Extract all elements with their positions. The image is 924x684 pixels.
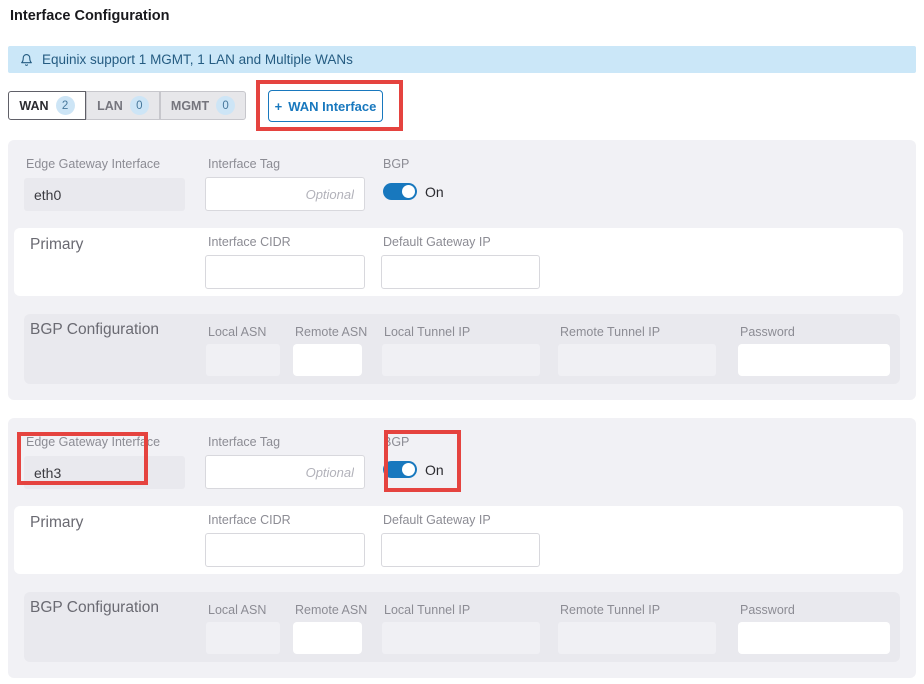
interface-cidr-label: Interface CIDR	[208, 513, 291, 527]
tab-wan[interactable]: WAN 2	[8, 91, 86, 120]
bgp-configuration-title: BGP Configuration	[30, 599, 159, 617]
bgp-toggle-state: On	[425, 184, 444, 200]
remote-tunnel-ip-label: Remote Tunnel IP	[560, 603, 660, 617]
local-asn-value	[206, 344, 280, 376]
default-gateway-ip-label: Default Gateway IP	[383, 513, 491, 527]
primary-title: Primary	[30, 514, 83, 532]
bgp-label: BGP	[383, 157, 409, 171]
local-tunnel-ip-label: Local Tunnel IP	[384, 325, 470, 339]
banner-text: Equinix support 1 MGMT, 1 LAN and Multip…	[42, 52, 353, 67]
local-asn-value	[206, 622, 280, 654]
tab-mgmt-count-badge: 0	[216, 96, 235, 115]
remote-asn-label: Remote ASN	[295, 325, 367, 339]
tab-mgmt-label: MGMT	[171, 99, 209, 113]
interface-tag-input[interactable]	[205, 455, 365, 489]
edge-gateway-interface-value: eth3	[24, 456, 185, 489]
password-label: Password	[740, 603, 795, 617]
local-tunnel-ip-label: Local Tunnel IP	[384, 603, 470, 617]
bgp-toggle[interactable]	[383, 461, 417, 478]
plus-icon: +	[275, 99, 283, 114]
edge-gateway-interface-label: Edge Gateway Interface	[26, 435, 160, 449]
wan-interface-card-eth3: Edge Gateway Interface eth3 Interface Ta…	[8, 418, 916, 678]
bgp-label: BGP	[383, 435, 409, 449]
local-asn-label: Local ASN	[208, 325, 266, 339]
remote-tunnel-ip-label: Remote Tunnel IP	[560, 325, 660, 339]
tab-wan-count-badge: 2	[56, 96, 75, 115]
default-gateway-ip-label: Default Gateway IP	[383, 235, 491, 249]
wan-interface-card-eth0: Edge Gateway Interface eth0 Interface Ta…	[8, 140, 916, 400]
edge-gateway-interface-value: eth0	[24, 178, 185, 211]
tab-lan-count-badge: 0	[130, 96, 149, 115]
local-tunnel-ip-value	[382, 344, 540, 376]
info-banner: Equinix support 1 MGMT, 1 LAN and Multip…	[8, 46, 916, 73]
interface-tag-label: Interface Tag	[208, 157, 280, 171]
bell-icon	[20, 53, 33, 67]
local-asn-label: Local ASN	[208, 603, 266, 617]
bgp-toggle-state: On	[425, 462, 444, 478]
interface-tag-label: Interface Tag	[208, 435, 280, 449]
bgp-configuration-title: BGP Configuration	[30, 321, 159, 339]
edge-gateway-interface-label: Edge Gateway Interface	[26, 157, 160, 171]
tab-lan-label: LAN	[97, 99, 123, 113]
remote-tunnel-ip-value	[558, 344, 716, 376]
bgp-toggle[interactable]	[383, 183, 417, 200]
tab-wan-label: WAN	[19, 99, 48, 113]
page-title: Interface Configuration	[10, 8, 170, 24]
add-wan-interface-button[interactable]: + WAN Interface	[268, 90, 383, 122]
password-input[interactable]	[738, 344, 890, 376]
add-wan-interface-label: WAN Interface	[288, 99, 376, 114]
password-input[interactable]	[738, 622, 890, 654]
local-tunnel-ip-value	[382, 622, 540, 654]
interface-tag-input[interactable]	[205, 177, 365, 211]
password-label: Password	[740, 325, 795, 339]
default-gateway-ip-input[interactable]	[381, 255, 540, 289]
tab-lan[interactable]: LAN 0	[86, 91, 160, 120]
interface-cidr-input[interactable]	[205, 255, 365, 289]
interface-tabs: WAN 2 LAN 0 MGMT 0	[8, 91, 246, 120]
remote-asn-label: Remote ASN	[295, 603, 367, 617]
default-gateway-ip-input[interactable]	[381, 533, 540, 567]
interface-cidr-label: Interface CIDR	[208, 235, 291, 249]
interface-cidr-input[interactable]	[205, 533, 365, 567]
remote-asn-input[interactable]	[293, 622, 362, 654]
primary-title: Primary	[30, 236, 83, 254]
remote-tunnel-ip-value	[558, 622, 716, 654]
tab-mgmt[interactable]: MGMT 0	[160, 91, 246, 120]
toggle-knob	[402, 185, 415, 198]
toggle-knob	[402, 463, 415, 476]
remote-asn-input[interactable]	[293, 344, 362, 376]
